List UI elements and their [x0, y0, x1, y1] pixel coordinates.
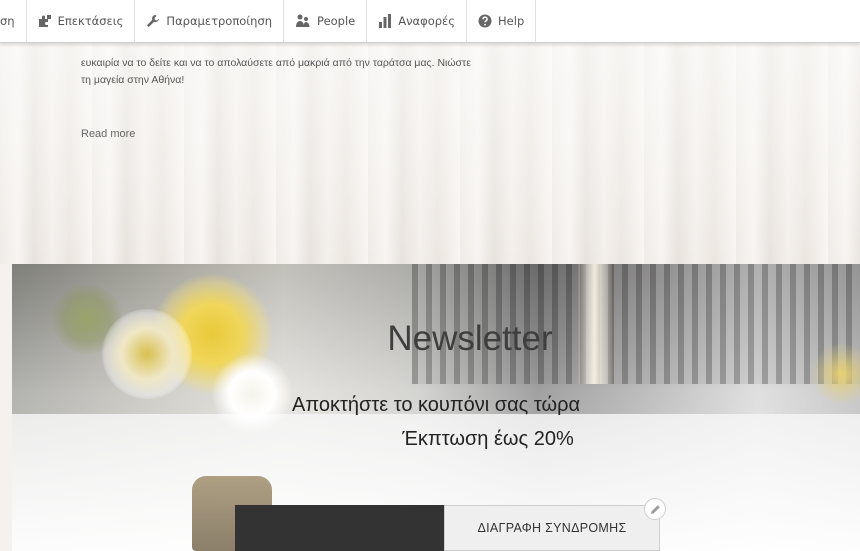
toolbar-item-label: ση: [0, 14, 15, 28]
people-icon: [295, 14, 311, 28]
article-text-line: τη μαγεία στην Αθήνα!: [81, 74, 185, 86]
article-snippet: ευκαιρία να το δείτε και να το απολαύσετ…: [81, 55, 541, 89]
newsletter-title: Newsletter: [387, 319, 553, 358]
article-section: ευκαιρία να το δείτε και να το απολαύσετ…: [0, 42, 860, 264]
toolbar-item-partial[interactable]: ση: [0, 0, 27, 42]
newsletter-subtitle: Αποκτήστε το κουπόνι σας τώρα: [291, 394, 581, 416]
toolbar-item-extend[interactable]: Επεκτάσεις: [27, 0, 136, 42]
unsubscribe-button[interactable]: ΔΙΑΓΡΑΦΗ ΣΥΝΔΡΟΜΗΣ: [444, 498, 666, 551]
toolbar-item-help[interactable]: Help: [467, 0, 537, 42]
pencil-icon[interactable]: [644, 498, 666, 520]
toolbar-item-label: Αναφορές: [398, 14, 456, 28]
help-icon: [478, 14, 492, 28]
newsletter-email-input[interactable]: [235, 505, 444, 551]
toolbar-item-reports[interactable]: Αναφορές: [367, 0, 468, 42]
wrench-icon: [146, 14, 160, 28]
unsubscribe-button-label: ΔΙΑΓΡΑΦΗ ΣΥΝΔΡΟΜΗΣ: [477, 521, 627, 535]
toolbar-item-label: People: [317, 14, 356, 28]
bar-chart-icon: [378, 14, 392, 28]
toolbar-item-people[interactable]: People: [284, 0, 368, 42]
admin-toolbar: ση Επεκτάσεις Παραμετροποίηση People Ανα…: [0, 0, 860, 43]
article-text-line: ευκαιρία να το δείτε και να το απολαύσετ…: [81, 57, 471, 69]
read-more-link[interactable]: Read more: [81, 128, 135, 140]
toolbar-item-label: Επεκτάσεις: [57, 14, 124, 28]
toolbar-item-label: Παραμετροποίηση: [166, 14, 273, 28]
newsletter-discount: Έκπτωση έως 20%: [402, 428, 574, 450]
toolbar-item-configuration[interactable]: Παραμετροποίηση: [135, 0, 285, 42]
toolbar-item-label: Help: [498, 14, 525, 28]
newsletter-section: Newsletter Αποκτήστε το κουπόνι σας τώρα…: [12, 264, 860, 551]
puzzle-icon: [38, 14, 52, 28]
newsletter-form: ΔΙΑΓΡΑΦΗ ΣΥΝΔΡΟΜΗΣ: [235, 498, 666, 551]
